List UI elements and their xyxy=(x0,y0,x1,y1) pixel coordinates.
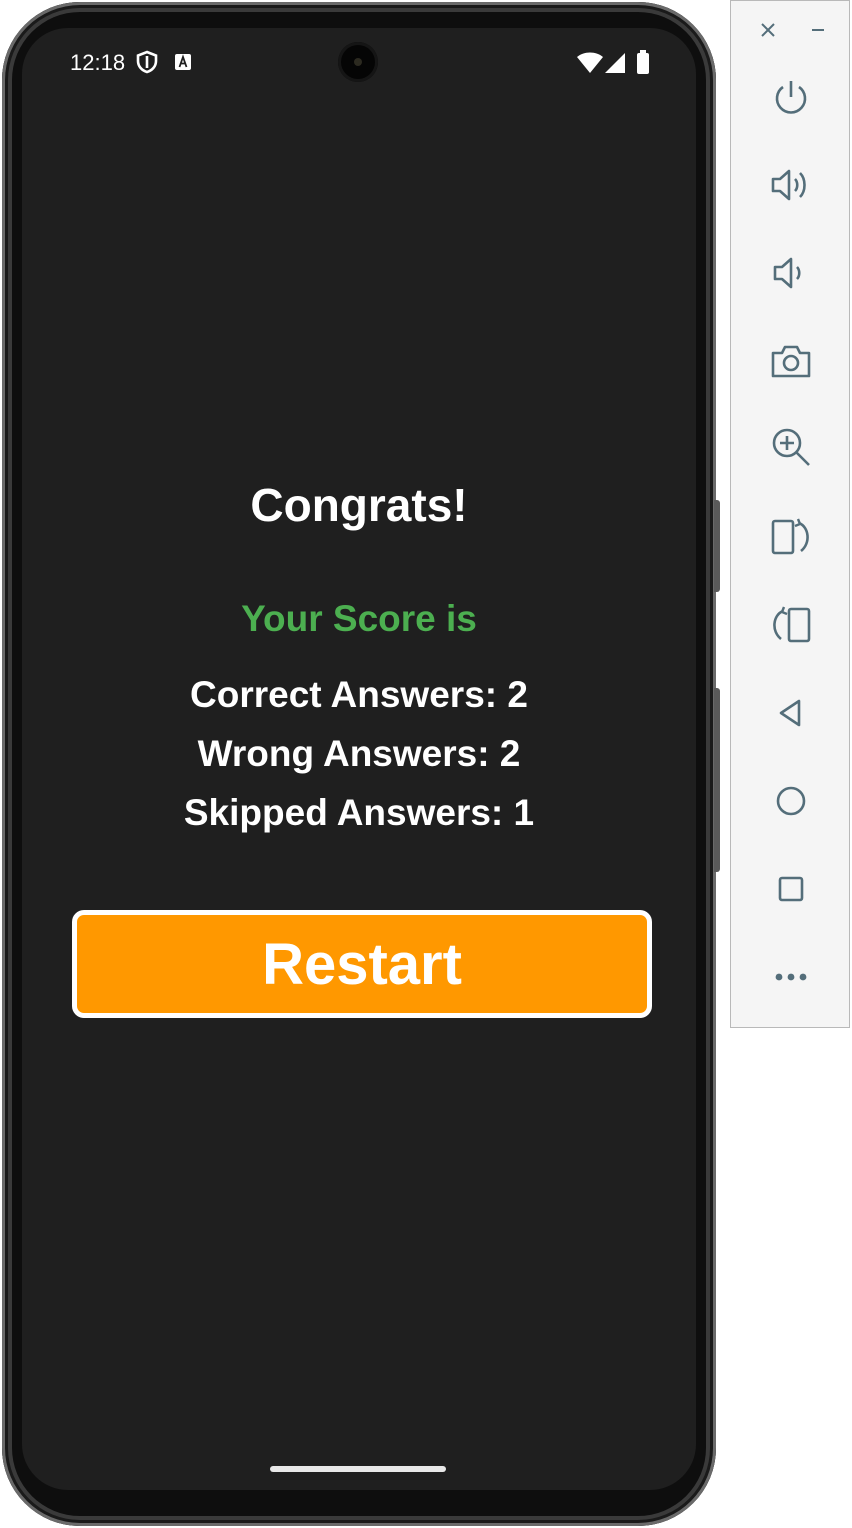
emulator-toolbar xyxy=(730,0,850,1028)
score-heading: Your Score is xyxy=(241,598,477,639)
overview-icon[interactable] xyxy=(761,859,821,919)
shield-icon xyxy=(136,50,158,74)
volume-side-button xyxy=(714,688,720,872)
close-icon[interactable] xyxy=(753,15,783,45)
gesture-home-bar[interactable] xyxy=(270,1466,446,1472)
minimize-icon[interactable] xyxy=(803,15,833,45)
camera-icon[interactable] xyxy=(761,331,821,391)
signal-icon xyxy=(604,52,626,74)
skipped-answers-text: Skipped Answers: 1 xyxy=(183,792,535,833)
keyboard-a-icon xyxy=(174,53,192,71)
more-icon[interactable] xyxy=(761,947,821,1007)
device-screen: 12:18 Congrats! Your Score is Correct An… xyxy=(22,28,696,1490)
correct-answers-text: Correct Answers: 2 xyxy=(190,674,528,715)
power-side-button xyxy=(714,500,720,592)
status-time: 12:18 xyxy=(70,50,126,75)
home-icon[interactable] xyxy=(761,771,821,831)
congrats-title: Congrats! xyxy=(250,479,468,531)
wifi-icon xyxy=(577,52,603,74)
battery-icon xyxy=(636,50,650,74)
volume-up-icon[interactable] xyxy=(761,155,821,215)
rotate-right-icon[interactable] xyxy=(761,595,821,655)
wrong-answers-text: Wrong Answers: 2 xyxy=(197,733,521,774)
restart-button[interactable]: Restart xyxy=(72,910,652,1018)
back-icon[interactable] xyxy=(761,683,821,743)
rotate-left-icon[interactable] xyxy=(761,507,821,567)
front-camera xyxy=(338,42,378,82)
power-icon[interactable] xyxy=(761,67,821,127)
zoom-icon[interactable] xyxy=(761,417,821,477)
volume-down-icon[interactable] xyxy=(761,243,821,303)
